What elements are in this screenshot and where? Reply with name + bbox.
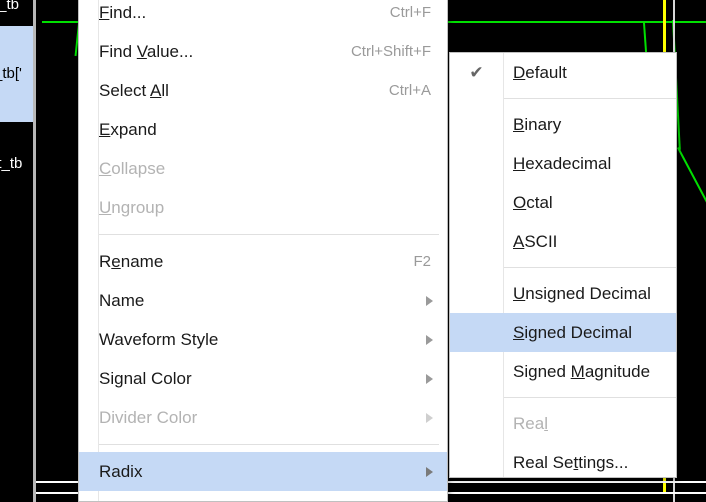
marker-line[interactable] bbox=[663, 0, 666, 58]
menu-item-waveform-style[interactable]: Waveform Style bbox=[79, 320, 447, 359]
menu-item-ungroup: Ungroup bbox=[79, 188, 447, 227]
menu-item-show-as-enum: Show as Enumeration bbox=[79, 491, 447, 502]
radix-submenu[interactable]: ✔ Default Binary Hexadecimal Octal ASCII Unsig… bbox=[449, 52, 677, 478]
radix-item-hexadecimal[interactable]: Hexadecimal bbox=[450, 144, 676, 183]
menu-item-label: Collapse bbox=[99, 158, 166, 178]
radix-item-unsigned-decimal[interactable]: Unsigned Decimal bbox=[450, 274, 676, 313]
menu-item-label: Divider Color bbox=[99, 407, 198, 427]
menu-item-collapse: Collapse bbox=[79, 149, 447, 188]
menu-separator bbox=[99, 234, 439, 235]
signal-name-label: t_tb bbox=[0, 0, 20, 13]
radix-item-binary[interactable]: Binary bbox=[450, 105, 676, 144]
radix-item-signed-magnitude[interactable]: Signed Magnitude bbox=[450, 352, 676, 391]
context-menu-item-list: Find... Ctrl+F Find Value... Ctrl+Shift+F Se… bbox=[79, 0, 447, 502]
menu-item-shortcut: Ctrl+Shift+F bbox=[350, 43, 431, 60]
radix-item-default[interactable]: ✔ Default bbox=[450, 53, 676, 92]
radix-item-label: Binary bbox=[513, 114, 562, 134]
menu-item-shortcut: Ctrl+F bbox=[389, 4, 431, 21]
menu-item-label: Select All bbox=[99, 80, 169, 100]
menu-item-find[interactable]: Find... Ctrl+F bbox=[79, 0, 447, 32]
menu-item-label: Find... bbox=[99, 2, 147, 22]
radix-item-label: ASCII bbox=[513, 231, 558, 251]
menu-item-divider-color: Divider Color bbox=[79, 398, 447, 437]
menu-item-label: Radix bbox=[99, 461, 143, 481]
radix-item-label: Hexadecimal bbox=[513, 153, 612, 173]
signal-row-2[interactable]: lt_tb bbox=[0, 155, 33, 179]
checkmark-icon: ✔ bbox=[469, 62, 484, 82]
radix-submenu-item-list: ✔ Default Binary Hexadecimal Octal ASCII Unsig… bbox=[450, 53, 676, 482]
menu-item-radix[interactable]: Radix bbox=[79, 452, 447, 491]
submenu-separator bbox=[503, 397, 676, 398]
signal-name-pane[interactable]: t_tb _tb[' lt_tb bbox=[0, 0, 33, 502]
menu-item-label: Signal Color bbox=[99, 368, 192, 388]
radix-item-signed-decimal[interactable]: Signed Decimal bbox=[450, 313, 676, 352]
radix-item-octal[interactable]: Octal bbox=[450, 183, 676, 222]
menu-item-select-all[interactable]: Select All Ctrl+A bbox=[79, 71, 447, 110]
submenu-arrow-icon bbox=[426, 412, 433, 423]
signal-name-label: lt_tb bbox=[0, 155, 23, 172]
radix-item-label: Real bbox=[513, 413, 548, 433]
menu-item-name[interactable]: Name bbox=[79, 281, 447, 320]
submenu-arrow-icon bbox=[426, 334, 433, 345]
signal-row-1[interactable]: _tb[' bbox=[0, 26, 33, 122]
menu-item-label: Rename bbox=[99, 251, 164, 271]
signal-row-0[interactable]: t_tb bbox=[0, 0, 33, 18]
radix-item-label: Signed Magnitude bbox=[513, 361, 651, 381]
menu-item-label: Name bbox=[99, 290, 145, 310]
submenu-separator bbox=[503, 267, 676, 268]
waveform-ramp bbox=[677, 147, 706, 212]
signal-context-menu[interactable]: Find... Ctrl+F Find Value... Ctrl+Shift+F Se… bbox=[78, 0, 448, 502]
menu-separator bbox=[99, 444, 439, 445]
menu-item-find-value[interactable]: Find Value... Ctrl+Shift+F bbox=[79, 32, 447, 71]
menu-item-shortcut: F2 bbox=[413, 253, 431, 270]
submenu-arrow-icon bbox=[426, 466, 433, 477]
radix-item-label: Octal bbox=[513, 192, 553, 212]
menu-item-label: Ungroup bbox=[99, 197, 165, 217]
radix-item-real-settings[interactable]: Real Settings... bbox=[450, 443, 676, 482]
menu-item-label: Find Value... bbox=[99, 41, 194, 61]
submenu-arrow-icon bbox=[426, 295, 433, 306]
waveform-edge bbox=[643, 22, 648, 56]
radix-item-label: Default bbox=[513, 62, 567, 82]
submenu-separator bbox=[503, 98, 676, 99]
menu-item-shortcut: Ctrl+A bbox=[388, 82, 431, 99]
radix-item-label: Signed Decimal bbox=[513, 322, 633, 342]
menu-item-label: Expand bbox=[99, 119, 157, 139]
menu-item-signal-color[interactable]: Signal Color bbox=[79, 359, 447, 398]
menu-item-rename[interactable]: Rename F2 bbox=[79, 242, 447, 281]
signal-name-label: _tb[' bbox=[0, 65, 22, 82]
cursor-line[interactable] bbox=[673, 0, 675, 58]
menu-item-expand[interactable]: Expand bbox=[79, 110, 447, 149]
submenu-arrow-icon bbox=[426, 373, 433, 384]
menu-item-label: Waveform Style bbox=[99, 329, 219, 349]
radix-item-label: Unsigned Decimal bbox=[513, 283, 651, 303]
radix-item-label: Real Settings... bbox=[513, 452, 629, 472]
screen: t_tb _tb[' lt_tb bbox=[0, 0, 706, 502]
radix-item-real: Real bbox=[450, 404, 676, 443]
radix-item-ascii[interactable]: ASCII bbox=[450, 222, 676, 261]
